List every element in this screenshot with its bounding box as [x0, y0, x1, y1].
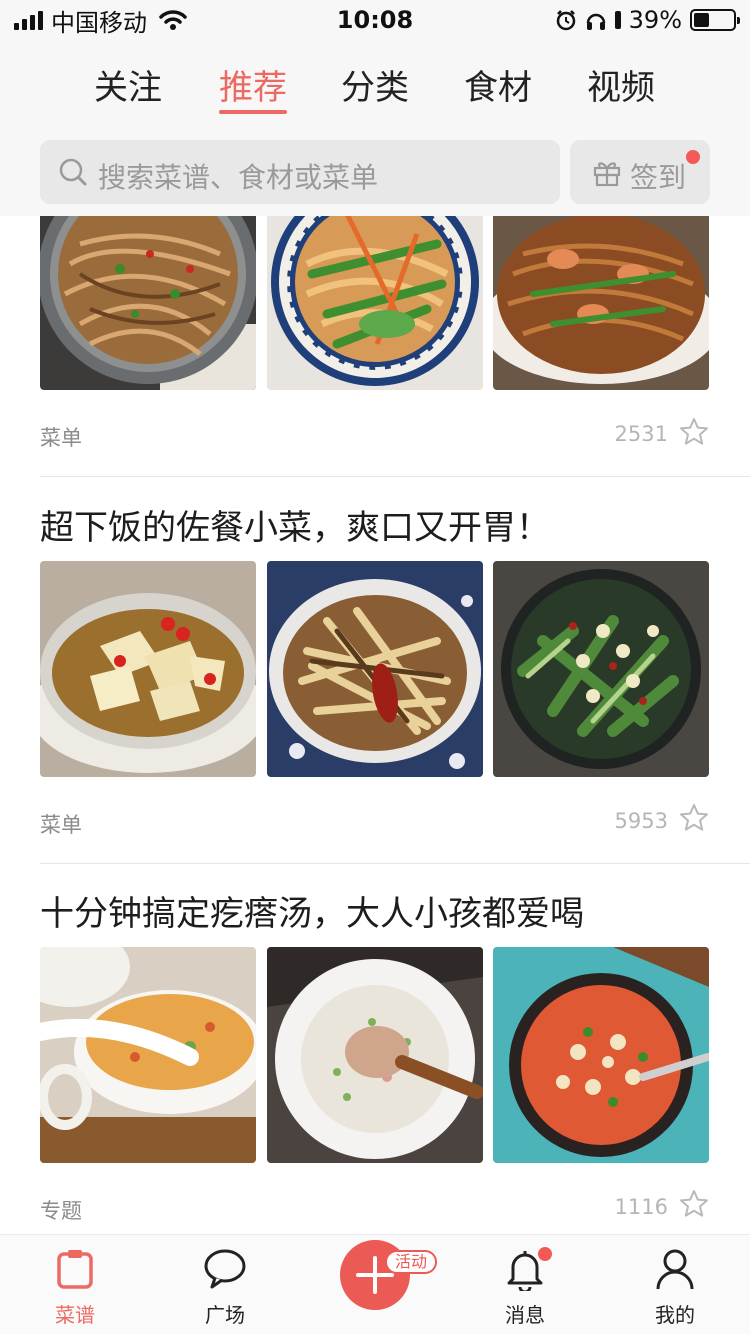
card-image[interactable]: [493, 561, 709, 777]
search-icon: [59, 158, 87, 186]
card-image[interactable]: [267, 216, 483, 390]
card-divider: [40, 863, 750, 864]
card-image[interactable]: [493, 947, 709, 1163]
star-icon[interactable]: [678, 1188, 710, 1220]
gift-icon: [593, 162, 621, 187]
nav-recipes[interactable]: 菜谱: [0, 1235, 150, 1334]
battery-icon: [690, 9, 740, 31]
search-placeholder: 搜索菜谱、食材或菜单: [98, 161, 379, 194]
favorite-count: 1116: [614, 1195, 668, 1219]
star-icon[interactable]: [678, 416, 710, 448]
alarm-icon: [556, 10, 575, 31]
battery-percent: 39%: [628, 6, 682, 34]
profile-icon: [656, 1249, 694, 1290]
card-image[interactable]: [40, 947, 256, 1163]
nav-label: 消息: [505, 1303, 545, 1327]
card-image[interactable]: [40, 216, 256, 390]
tab-category[interactable]: 分类: [320, 60, 430, 109]
card-divider: [40, 476, 750, 477]
card-type: 菜单: [40, 813, 82, 837]
activity-badge[interactable]: 活动: [385, 1250, 438, 1274]
nav-messages[interactable]: 消息: [450, 1235, 600, 1334]
card-title[interactable]: 超下饭的佐餐小菜，爽口又开胃！: [40, 500, 550, 549]
card-title[interactable]: 十分钟搞定疙瘩汤，大人小孩都爱喝: [40, 886, 584, 935]
nav-label: 广场: [205, 1303, 245, 1327]
status-right: 39%: [555, 6, 740, 34]
notification-dot: [538, 1247, 552, 1261]
card-image[interactable]: [40, 561, 256, 777]
checkin-button[interactable]: 签到: [570, 140, 710, 204]
active-tab-indicator: [219, 110, 287, 114]
top-tabs: 关注 推荐 分类 食材 视频: [0, 40, 750, 128]
card-type: 专题: [40, 1199, 82, 1223]
nav-square[interactable]: 广场: [150, 1235, 300, 1334]
tab-recommend[interactable]: 推荐: [198, 60, 308, 109]
chat-bubble-icon: [204, 1249, 246, 1289]
nav-profile[interactable]: 我的: [600, 1235, 750, 1334]
recipe-book-icon: [57, 1250, 93, 1289]
headphones-icon: [586, 13, 605, 30]
notification-dot: [686, 150, 700, 164]
nav-label: 菜谱: [55, 1303, 95, 1327]
checkin-label: 签到: [630, 161, 687, 194]
favorite-count: 2531: [614, 422, 668, 446]
search-row: 搜索菜谱、食材或菜单 签到: [0, 128, 750, 216]
card-image[interactable]: [267, 947, 483, 1163]
tab-video[interactable]: 视频: [566, 60, 676, 109]
tab-follow[interactable]: 关注: [73, 60, 183, 109]
card-type: 菜单: [40, 426, 82, 450]
favorite-count: 5953: [614, 809, 668, 833]
card-image[interactable]: [267, 561, 483, 777]
nav-label: 我的: [655, 1303, 695, 1327]
star-icon[interactable]: [678, 802, 710, 834]
orientation-lock-icon: [614, 11, 621, 29]
recipe-feed[interactable]: 菜单 2531 超下饭的佐餐小菜，爽口又开胃！ 菜单 5953 十分钟搞定疙瘩汤…: [0, 216, 750, 1234]
card-image[interactable]: [493, 216, 709, 390]
tab-ingredients[interactable]: 食材: [443, 60, 553, 109]
search-input[interactable]: 搜索菜谱、食材或菜单: [40, 140, 560, 204]
status-bar: 中国移动 10:08 39%: [0, 0, 750, 40]
